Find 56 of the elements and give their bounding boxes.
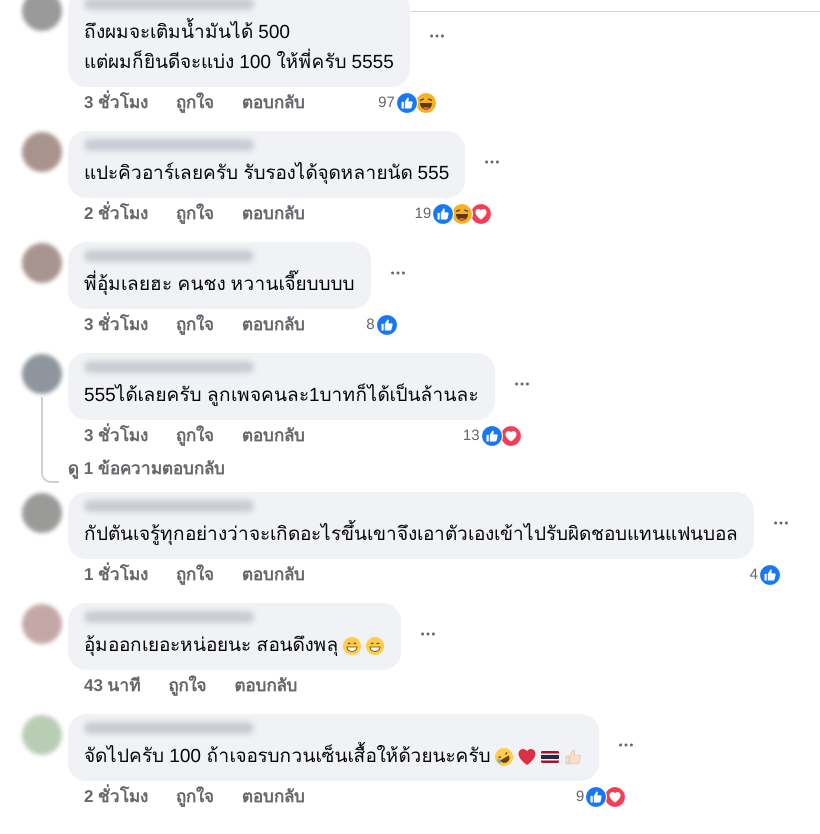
thumbs-up-icon [432,203,454,225]
reaction-count[interactable]: 4 [750,563,758,587]
reply-link[interactable]: ตอบกลับ [242,202,306,226]
comment-text: 555ได้เลยครับ ลูกเพจคนละ1บาทก็ได้เป็นล้านละ [84,382,479,408]
like-link[interactable]: ถูกใจ [176,202,214,226]
thumbs-up-icon [585,786,608,808]
thumbs-up-icon [759,564,781,586]
comment-text: แต่ผมก็ยินดีจะแบ่ง 100 ให้พี่ครับ 5555 [84,48,394,78]
comment-time[interactable]: 1 ชั่วโมง [84,563,148,587]
comment-text: กัปตันเจรู้ทุกอย่างว่าจะเกิดอะไรขึ้นเขาจึงเอาตัวเองเข้าไปรับผิดชอบแทนแฟนบอล [84,520,738,550]
thumbs-up-icon [480,425,503,447]
avatar [22,0,62,31]
reply-link[interactable]: ตอบกลับ [242,785,306,809]
thumbs-up-icon [396,92,418,114]
like-link[interactable]: ถูกใจ [176,424,214,448]
comment-time[interactable]: 43 นาที [84,674,141,698]
avatar [22,604,62,644]
avatar [22,354,62,394]
reply-link[interactable]: ตอบกลับ [242,313,306,337]
thumbs-up-icon [563,747,584,767]
comment-time[interactable]: 2 ชั่วโมง [84,785,148,809]
reaction-count[interactable]: 13 [462,424,480,448]
reaction-count[interactable]: 8 [366,313,375,337]
grinning-face-icon [365,636,386,656]
thumbs-up-icon [376,314,398,336]
comment-time[interactable]: 2 ชั่วโมง [84,202,148,226]
comment-time[interactable]: 3 ชั่วโมง [84,91,148,115]
comment-text: อุ้มออกเยอะหน่อยนะ สอนดึงพลุ [84,634,338,658]
heart-icon [517,747,538,767]
grinning-face-icon [342,636,362,656]
view-replies-link[interactable]: ดู 1 ข้อความตอบกลับ [68,458,531,480]
avatar [22,132,62,172]
avatar [22,493,62,533]
reaction-count[interactable]: 9 [576,785,584,809]
laughing-face-icon [414,92,437,114]
comment-time[interactable]: 3 ชั่วโมง [84,424,148,448]
comment-text: จัดไปครับ 100 ถ้าเจอรบกวนเซ็นเสื้อให้ด้วยนะครับ [84,742,490,772]
reply-link[interactable]: ตอบกลับ [242,424,306,448]
like-link[interactable]: ถูกใจ [176,785,214,809]
reply-link[interactable]: ตอบกลับ [242,563,306,587]
rolling-laughing-face-icon [494,747,514,767]
like-link[interactable]: ถูกใจ [168,674,207,698]
avatar [22,243,62,283]
comment-text: ถึงผมจะเติมน้ำมันได้ 500 [84,18,290,48]
like-link[interactable]: ถูกใจ [176,313,214,337]
reply-link[interactable]: ตอบกลับ [242,91,306,115]
like-link[interactable]: ถูกใจ [176,563,214,587]
laughing-face-icon [451,203,474,225]
reaction-count[interactable]: 19 [414,202,432,226]
avatar [22,715,62,755]
comment-time[interactable]: 3 ชั่วโมง [84,313,148,337]
reaction-count[interactable]: 97 [378,91,395,115]
comment-text: พี่อุ้มเลยฮะ คนชง หวานเจี๊ยบบบบ [84,270,355,300]
like-link[interactable]: ถูกใจ [176,91,214,115]
reply-link[interactable]: ตอบกลับ [234,674,298,698]
comment-text: แปะคิวอาร์เลยครับ รับรองได้จุดหลายนัด 555 [84,161,450,186]
